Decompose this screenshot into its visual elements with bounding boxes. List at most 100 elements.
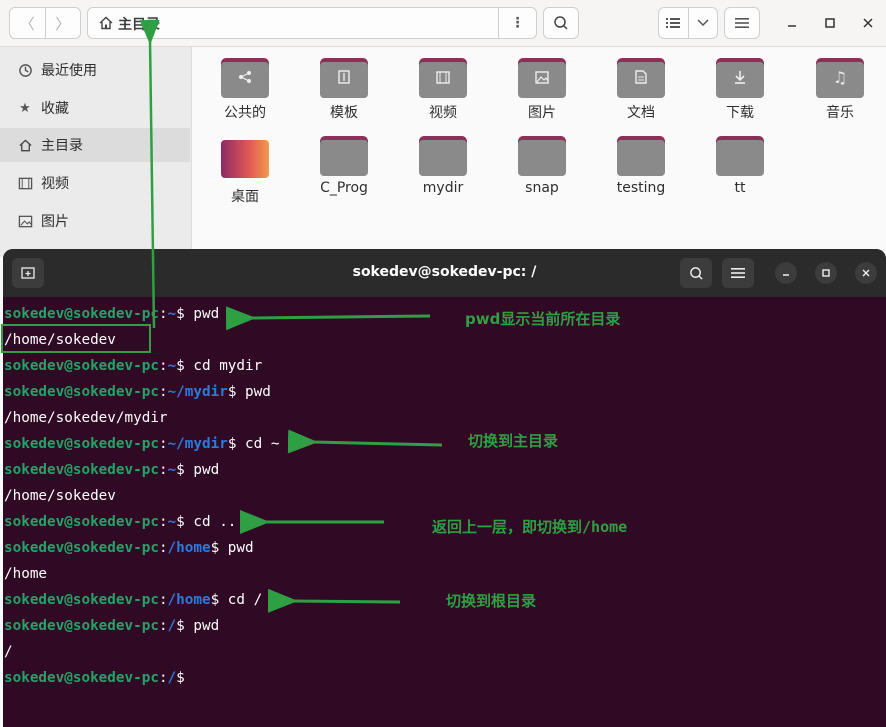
close-icon — [862, 269, 870, 277]
terminal-close-button[interactable] — [855, 262, 877, 284]
folder-label: C_Prog — [320, 180, 368, 196]
terminal-search-button[interactable] — [680, 258, 712, 288]
search-icon — [689, 266, 703, 280]
close-icon — [863, 18, 873, 28]
prompt-line: sokedev@sokedev-pc:~/mydir$ pwd — [4, 384, 271, 400]
view-options-button[interactable] — [688, 8, 717, 38]
search-button[interactable] — [543, 7, 579, 39]
terminal-minimize-button[interactable] — [775, 262, 797, 284]
main-menu-button[interactable] — [724, 7, 760, 39]
sidebar-item-starred[interactable]: ★ 收藏 — [0, 91, 190, 125]
sidebar-item-label: 图片 — [41, 214, 69, 230]
view-toggle — [658, 7, 718, 39]
download-icon — [729, 69, 751, 85]
template-icon — [333, 69, 355, 85]
folder-c-prog[interactable]: C_Prog — [304, 130, 384, 205]
path-crumb-home[interactable]: 主目录 — [118, 14, 160, 34]
list-view-button[interactable] — [659, 8, 688, 38]
list-icon — [666, 18, 681, 28]
film-icon — [432, 69, 454, 85]
nav-buttons: 〈 〉 — [9, 7, 81, 39]
star-icon: ★ — [19, 100, 31, 116]
output-line: /home/sokedev — [4, 488, 116, 504]
image-icon — [17, 213, 33, 229]
annotation-cd-home: 切换到主目录 — [468, 432, 559, 450]
folder-label: testing — [616, 180, 666, 196]
folder-label: 文档 — [627, 105, 655, 121]
folder-label: 模板 — [330, 105, 358, 121]
highlight-box — [1, 324, 151, 353]
folder-pictures[interactable]: 图片 — [502, 52, 582, 127]
maximize-icon — [825, 18, 835, 28]
folder-label: 音乐 — [826, 105, 854, 121]
folder-label: 公共的 — [224, 105, 266, 121]
prompt-line: sokedev@sokedev-pc:/home$ pwd — [4, 540, 254, 556]
hamburger-icon — [731, 268, 745, 278]
sidebar-item-home[interactable]: 主目录 — [0, 128, 190, 162]
sidebar: 最近使用 ★ 收藏 主目录 视频 图片 — [0, 47, 192, 257]
sidebar-item-pictures[interactable]: 图片 — [0, 204, 190, 238]
prompt-line: sokedev@sokedev-pc:/$ pwd — [4, 618, 220, 634]
path-bar[interactable]: 主目录 ⋮ — [87, 7, 537, 39]
annotation-pwd: pwd显示当前所在目录 — [465, 310, 621, 328]
chevron-down-icon — [697, 19, 709, 27]
terminal-header: sokedev@sokedev-pc: / — [3, 249, 886, 297]
output-line: / — [4, 644, 13, 660]
minimize-button[interactable] — [781, 12, 803, 34]
minimize-icon — [788, 25, 796, 27]
maximize-button[interactable] — [819, 12, 841, 34]
folder-downloads[interactable]: 下载 — [700, 52, 780, 127]
folder-label: snap — [525, 180, 559, 196]
back-button[interactable]: 〈 — [10, 8, 45, 38]
annotation-cd-root: 切换到根目录 — [446, 592, 537, 610]
prompt-line: sokedev@sokedev-pc:~$ pwd — [4, 462, 220, 478]
folder-documents[interactable]: 文档 — [601, 52, 681, 127]
folder-label: 桌面 — [231, 189, 259, 205]
output-line: /home/sokedev/mydir — [4, 410, 168, 426]
hamburger-icon — [735, 18, 749, 28]
clock-icon — [17, 62, 33, 78]
file-manager-header: 〈 〉 主目录 ⋮ — [0, 0, 886, 47]
sidebar-item-label: 主目录 — [41, 138, 83, 154]
sidebar-item-videos[interactable]: 视频 — [0, 166, 190, 200]
terminal-maximize-button[interactable] — [815, 262, 837, 284]
folder-music[interactable]: ♫ 音乐 — [800, 52, 880, 127]
terminal-window: sokedev@sokedev-pc: / sokedev@sokedev-pc… — [3, 249, 886, 727]
music-icon: ♫ — [832, 67, 848, 87]
folder-templates[interactable]: 模板 — [304, 52, 384, 127]
film-icon — [17, 175, 33, 191]
folder-label: mydir — [422, 180, 464, 196]
minimize-icon — [783, 274, 789, 276]
folder-tt[interactable]: tt — [700, 130, 780, 205]
folder-videos[interactable]: 视频 — [403, 52, 483, 127]
sidebar-item-recent[interactable]: 最近使用 — [0, 53, 190, 87]
home-icon — [17, 137, 33, 153]
folder-mydir[interactable]: mydir — [403, 130, 483, 205]
annotation-cd-up: 返回上一层，即切换到/home — [432, 518, 628, 536]
prompt-line: sokedev@sokedev-pc:~/mydir$ cd ~ — [4, 436, 280, 452]
home-icon — [99, 16, 113, 30]
terminal-menu-button[interactable] — [722, 258, 754, 288]
folder-desktop[interactable]: 桌面 — [205, 132, 285, 207]
document-icon — [630, 69, 652, 85]
image-icon — [531, 69, 553, 85]
path-more-button[interactable]: ⋮ — [498, 8, 536, 38]
prompt-line: sokedev@sokedev-pc:/$ — [4, 670, 185, 686]
folder-label: 图片 — [528, 105, 556, 121]
folder-public[interactable]: 公共的 — [205, 52, 285, 127]
output-line: /home — [4, 566, 48, 582]
sidebar-item-label: 收藏 — [41, 101, 69, 117]
sidebar-item-label: 视频 — [41, 176, 69, 192]
forward-button[interactable]: 〉 — [45, 8, 80, 38]
folder-testing[interactable]: testing — [601, 130, 681, 205]
prompt-line: sokedev@sokedev-pc:~$ cd .. — [4, 514, 237, 530]
close-button[interactable] — [857, 12, 879, 34]
prompt-line: sokedev@sokedev-pc:/home$ cd / — [4, 592, 263, 608]
sidebar-item-label: 最近使用 — [41, 63, 97, 79]
folder-label: 下载 — [726, 105, 754, 121]
search-icon — [554, 16, 568, 30]
prompt-line: sokedev@sokedev-pc:~$ cd mydir — [4, 358, 263, 374]
folder-snap[interactable]: snap — [502, 130, 582, 205]
share-icon — [234, 69, 256, 85]
folder-label: tt — [734, 180, 746, 196]
